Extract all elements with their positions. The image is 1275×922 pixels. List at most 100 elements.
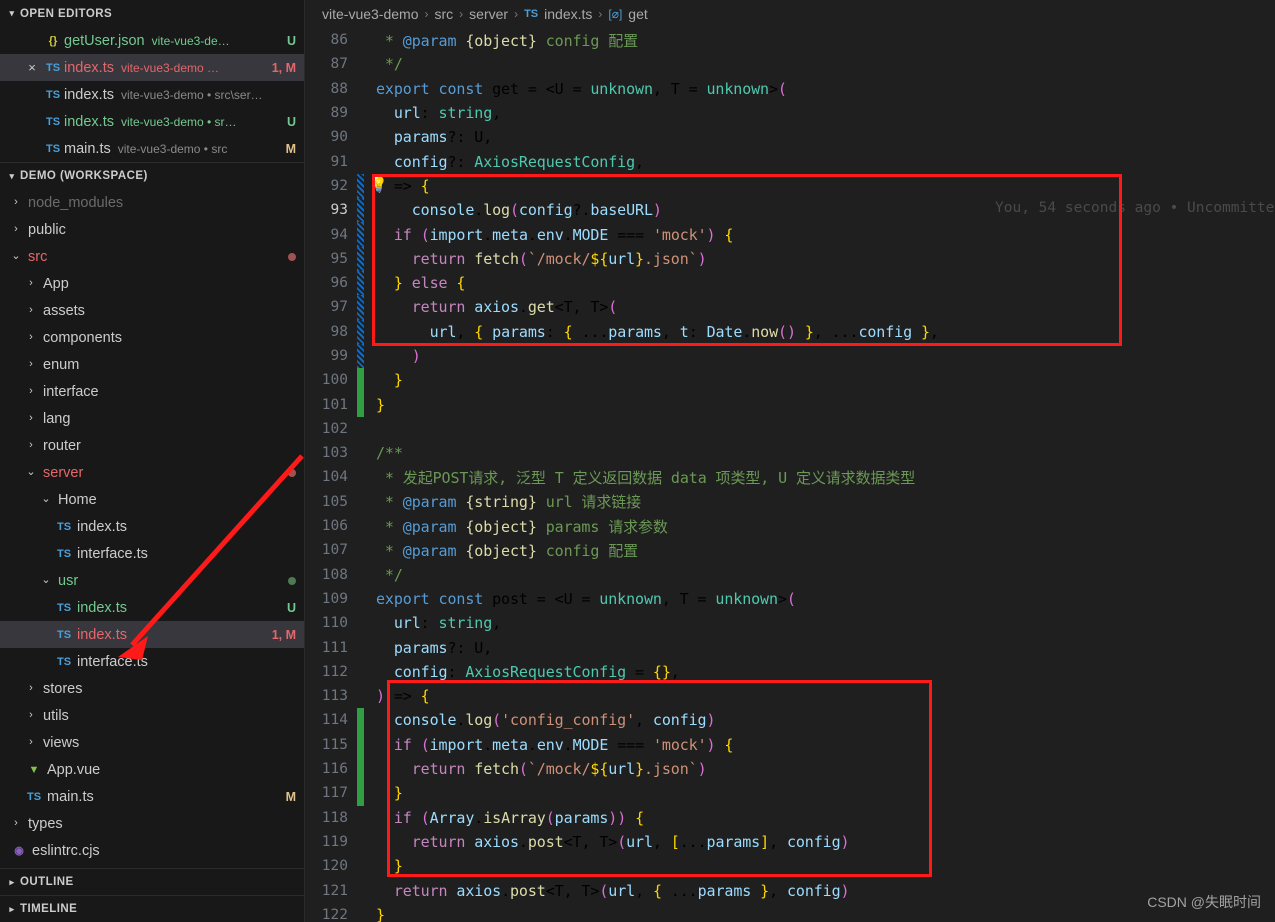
close-icon[interactable]: ×: [22, 60, 42, 75]
chevron-down-icon[interactable]: ⌄: [38, 575, 54, 586]
editor-pane: vite-vue3-demo › src › server › TS index.ts › [⌀]…: [305, 0, 1275, 922]
chevron-right-icon[interactable]: ›: [8, 197, 24, 208]
tree-file-row[interactable]: TS interface.ts: [0, 648, 304, 675]
code-line[interactable]: 117 }: [305, 781, 1275, 806]
open-editors-header[interactable]: ▾ OPEN EDITORS: [0, 0, 304, 27]
chevron-right-icon[interactable]: ›: [23, 332, 39, 343]
code-line[interactable]: 108 */: [305, 563, 1275, 587]
tree-file-row[interactable]: TS main.ts M: [0, 783, 304, 810]
chevron-right-icon[interactable]: ›: [23, 683, 39, 694]
breadcrumb[interactable]: vite-vue3-demo › src › server › TS index.ts › [⌀]…: [305, 0, 1275, 28]
tree-folder-row[interactable]: › interface: [0, 378, 304, 405]
outline-header[interactable]: ▸ OUTLINE: [0, 868, 304, 895]
tree-folder-row[interactable]: › components: [0, 324, 304, 351]
breadcrumb-item[interactable]: server: [469, 6, 508, 22]
code-line[interactable]: 91 config?: AxiosRequestConfig,: [305, 149, 1275, 173]
chevron-right-icon[interactable]: ›: [23, 305, 39, 316]
code-line[interactable]: 120 }: [305, 854, 1275, 878]
code-line[interactable]: 96 } else {: [305, 270, 1275, 296]
code-line[interactable]: 98 url, { params: { ...params, t: Date.n…: [305, 319, 1275, 344]
code-line[interactable]: 103 /**: [305, 441, 1275, 465]
code-line[interactable]: 113) => {: [305, 684, 1275, 708]
breadcrumb-item[interactable]: get: [628, 6, 647, 22]
tree-file-row[interactable]: TS index.ts 1, M: [0, 621, 304, 648]
open-editor-filename: main.ts: [64, 140, 111, 157]
code-line[interactable]: 112 config: AxiosRequestConfig = {},: [305, 660, 1275, 684]
code-line[interactable]: 116 return fetch(`/mock/${url}.json`): [305, 756, 1275, 782]
breadcrumb-item[interactable]: vite-vue3-demo: [322, 6, 419, 22]
lightbulb-icon[interactable]: 💡: [369, 176, 388, 192]
code-line[interactable]: 122}: [305, 903, 1275, 922]
code-line[interactable]: 87 */: [305, 52, 1275, 76]
code-line[interactable]: 101}: [305, 392, 1275, 417]
chevron-right-icon[interactable]: ›: [23, 359, 39, 370]
code-line[interactable]: 114 console.log('config_config', config): [305, 708, 1275, 733]
chevron-right-icon[interactable]: ›: [8, 224, 24, 235]
code-line[interactable]: 118 if (Array.isArray(params)) {: [305, 806, 1275, 830]
tree-folder-row[interactable]: › public: [0, 216, 304, 243]
code-line[interactable]: 115 if (import.meta.env.MODE === 'mock')…: [305, 732, 1275, 757]
workspace-header[interactable]: ▾ DEMO (WORKSPACE): [0, 162, 304, 189]
code-line[interactable]: 106 * @param {object} params 请求参数: [305, 514, 1275, 538]
breadcrumb-item[interactable]: src: [435, 6, 454, 22]
chevron-right-icon[interactable]: ›: [23, 737, 39, 748]
code-line[interactable]: 90 params?: U,: [305, 125, 1275, 149]
tree-folder-row[interactable]: ⌄ src: [0, 243, 304, 270]
chevron-down-icon[interactable]: ⌄: [8, 251, 24, 262]
code-line[interactable]: 89 url: string,: [305, 101, 1275, 125]
code-line[interactable]: 95 return fetch(`/mock/${url}.json`): [305, 246, 1275, 271]
tree-folder-row[interactable]: › types: [0, 810, 304, 837]
code-line[interactable]: 100 }: [305, 368, 1275, 393]
code-line[interactable]: 109 export const post = <U = unknown, T =…: [305, 587, 1275, 611]
breadcrumb-item[interactable]: index.ts: [544, 6, 592, 22]
code-line[interactable]: 121 return axios.post<T, T>(url, { ...pa…: [305, 878, 1275, 902]
chevron-right-icon[interactable]: ›: [23, 440, 39, 451]
code-line[interactable]: 102: [305, 417, 1275, 441]
tree-folder-row[interactable]: › utils: [0, 702, 304, 729]
code-line[interactable]: 107 * @param {object} config 配置: [305, 538, 1275, 562]
tree-folder-row[interactable]: ⌄ Home: [0, 486, 304, 513]
timeline-header[interactable]: ▸ TIMELINE: [0, 895, 304, 922]
chevron-right-icon[interactable]: ›: [23, 386, 39, 397]
open-editor-item[interactable]: × TS index.ts vite-vue3-demo … 1, M: [0, 54, 304, 81]
code-line[interactable]: 93 console.log(config?.baseURL) You, 54 s…: [305, 198, 1275, 223]
tree-file-row[interactable]: ▼ App.vue: [0, 756, 304, 783]
code-line[interactable]: 86 * @param {object} config 配置: [305, 28, 1275, 52]
code-line[interactable]: 119 return axios.post<T, T>(url, [...par…: [305, 830, 1275, 854]
code-line[interactable]: 99 ): [305, 343, 1275, 369]
open-editor-item[interactable]: TS main.ts vite-vue3-demo • src M: [0, 135, 304, 162]
code-line[interactable]: 88 export const get = <U = unknown, T = u…: [305, 77, 1275, 101]
tree-folder-row[interactable]: › node_modules: [0, 189, 304, 216]
code-line[interactable]: 94 if (import.meta.env.MODE === 'mock') …: [305, 222, 1275, 247]
code-line[interactable]: 97 return axios.get<T, T>(: [305, 295, 1275, 320]
tree-folder-row[interactable]: › lang: [0, 405, 304, 432]
code-line[interactable]: 104 * 发起POST请求, 泛型 T 定义返回数据 data 项类型, U …: [305, 465, 1275, 489]
tree-file-row[interactable]: TS index.ts: [0, 513, 304, 540]
open-editor-item[interactable]: {} getUser.json vite-vue3-de… U: [0, 27, 304, 54]
code-line[interactable]: 92) => {💡: [305, 173, 1275, 199]
tree-file-row[interactable]: ◉ eslintrc.cjs: [0, 837, 304, 864]
tree-folder-row[interactable]: ⌄ server: [0, 459, 304, 486]
chevron-right-icon[interactable]: ›: [23, 413, 39, 424]
chevron-down-icon[interactable]: ⌄: [23, 467, 39, 478]
tree-folder-row[interactable]: › stores: [0, 675, 304, 702]
chevron-right-icon[interactable]: ›: [23, 710, 39, 721]
tree-folder-row[interactable]: › App: [0, 270, 304, 297]
tree-folder-row[interactable]: › router: [0, 432, 304, 459]
chevron-right-icon[interactable]: ›: [8, 818, 24, 829]
tree-folder-row[interactable]: › enum: [0, 351, 304, 378]
tree-folder-row[interactable]: › views: [0, 729, 304, 756]
code-line[interactable]: 110 url: string,: [305, 611, 1275, 635]
open-editor-item[interactable]: TS index.ts vite-vue3-demo • sr… U: [0, 108, 304, 135]
code-editor[interactable]: 86 * @param {object} config 配置 87 */88 exp…: [305, 28, 1275, 922]
tree-folder-row[interactable]: ⌄ usr: [0, 567, 304, 594]
tree-folder-name: App: [43, 275, 69, 292]
tree-file-row[interactable]: TS index.ts U: [0, 594, 304, 621]
code-line[interactable]: 111 params?: U,: [305, 635, 1275, 659]
open-editor-item[interactable]: TS index.ts vite-vue3-demo • src\ser…: [0, 81, 304, 108]
chevron-right-icon[interactable]: ›: [23, 278, 39, 289]
code-line[interactable]: 105 * @param {string} url 请求链接: [305, 490, 1275, 514]
tree-file-row[interactable]: TS interface.ts: [0, 540, 304, 567]
tree-folder-row[interactable]: › assets: [0, 297, 304, 324]
chevron-down-icon[interactable]: ⌄: [38, 494, 54, 505]
